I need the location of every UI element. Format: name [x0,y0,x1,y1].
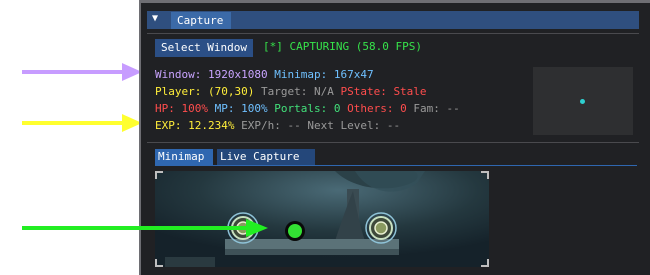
corner-bracket [481,171,489,179]
target-label: Target: [260,85,308,98]
window-label: Window: [155,68,202,81]
select-window-button[interactable]: Select Window [155,39,253,57]
exp-label: EXP: [155,119,182,132]
corner-bracket [481,259,489,267]
exph-label: EXP/h: [241,119,281,132]
capture-status: [*] CAPTURING (58.0 FPS) [263,40,422,53]
pstate-label: PState: [340,85,387,98]
divider [147,142,639,143]
target-value: N/A [313,85,334,98]
player-value: (70,30) [207,85,255,98]
minimap-value: 167x47 [333,68,374,81]
mp-value: 100% [241,102,268,115]
next-level-value: -- [386,119,401,132]
pstate-value: Stale [393,85,427,98]
corner-bracket [155,259,163,267]
exp-value: 12.234% [188,119,235,132]
hp-value: 100% [181,102,209,115]
fam-label: Fam: [413,102,440,115]
green-arrow-icon [22,219,268,237]
yellow-arrow-icon [22,114,142,132]
player-label: Player: [155,85,202,98]
window-info-line: Window: 1920x1080 Minimap: 167x47 [155,68,374,81]
portal-icon [365,212,397,244]
exp-info-line: EXP: 12.234% EXP/h: -- Next Level: -- [155,119,400,132]
exph-value: -- [287,119,301,132]
minimap-preview [533,67,633,135]
others-value: 0 [400,102,407,115]
next-level-label: Next Level: [307,119,381,132]
stats-info-line: HP: 100% MP: 100% Portals: 0 Others: 0 F… [155,102,460,115]
mp-label: MP: [214,102,235,115]
fam-value: -- [446,102,460,115]
tab-underline [155,165,637,166]
divider [147,33,639,34]
triangle-down-icon[interactable]: ▼ [152,13,158,24]
capture-header[interactable]: ▼ Capture [147,11,639,29]
tab-minimap[interactable]: Minimap [155,149,213,165]
player-dot-icon [580,99,585,104]
window-value: 1920x1080 [207,68,268,81]
purple-arrow-icon [22,63,142,81]
corner-bracket [155,171,163,179]
portals-value: 0 [333,102,341,115]
portals-label: Portals: [274,102,328,115]
hp-label: HP: [155,102,175,115]
minimap-label: Minimap: [274,68,328,81]
capture-header-title: Capture [171,12,231,29]
tab-live-capture[interactable]: Live Capture [217,149,315,165]
others-label: Others: [347,102,394,115]
player-info-line: Player: (70,30) Target: N/A PState: Stal… [155,85,427,98]
